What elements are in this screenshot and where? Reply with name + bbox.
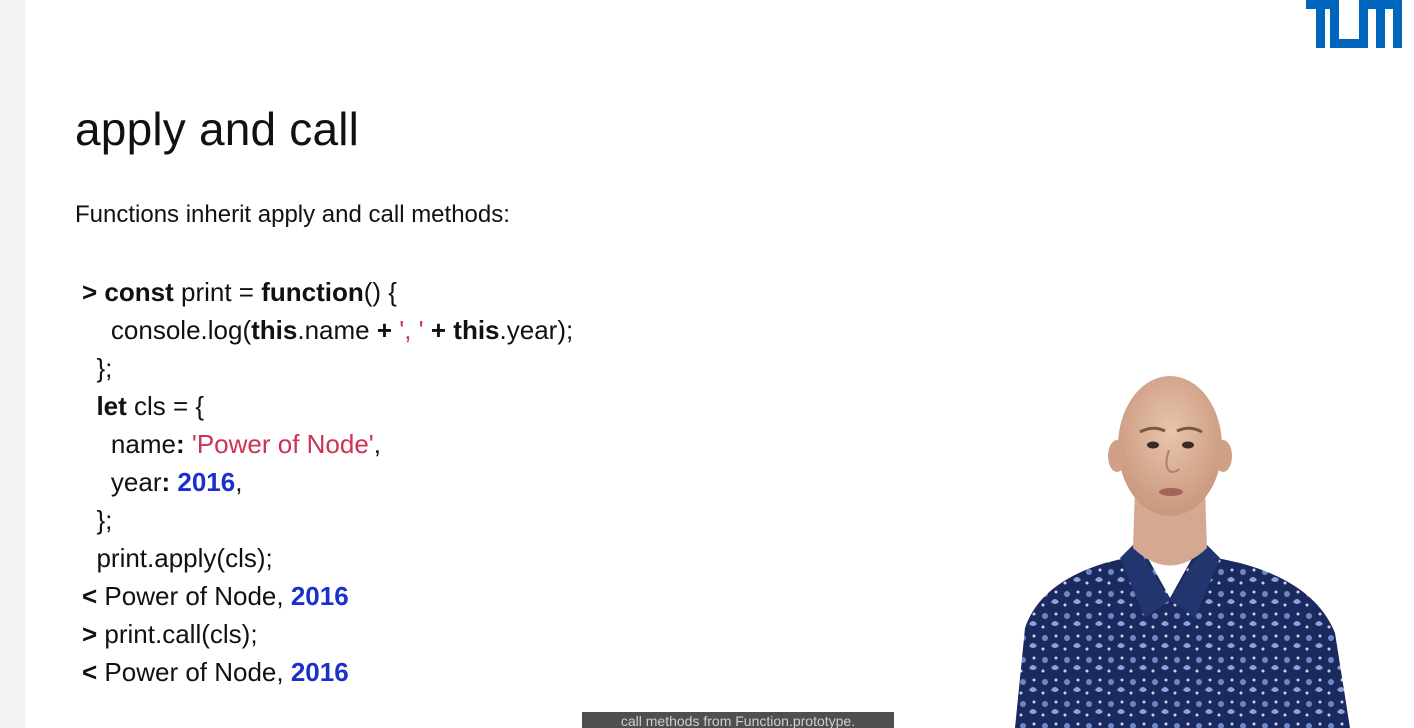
code-line: console.log(this.name + ', ' + this.year… xyxy=(82,314,573,352)
video-frame: apply and call Functions inherit apply a… xyxy=(0,0,1414,728)
code-text: .year); xyxy=(499,315,574,345)
presenter-video xyxy=(1015,376,1350,728)
code-line: < Power of Node, 2016 xyxy=(82,656,349,694)
code-number: 2016 xyxy=(290,581,349,611)
code-line: }; xyxy=(82,504,112,542)
slide-subtitle: Functions inherit apply and call methods… xyxy=(75,201,510,228)
code-text: console.log( xyxy=(110,315,252,345)
code-text: print.apply(cls); xyxy=(82,543,273,573)
code-number: 2016 xyxy=(290,657,349,687)
slide-title: apply and call xyxy=(75,103,360,155)
tum-logo xyxy=(1306,0,1402,48)
code-keyword: this xyxy=(453,315,500,345)
code-text: print.call(cls); xyxy=(97,619,258,649)
code-text: Power of Node, xyxy=(97,581,291,611)
code-text: print = xyxy=(173,277,262,307)
console-output-marker: < xyxy=(82,581,98,611)
subtitle-caption: call methods from Function.prototype. xyxy=(582,712,894,728)
code-line: < Power of Node, 2016 xyxy=(82,580,349,618)
code-line: > print.call(cls); xyxy=(82,618,258,656)
code-line: let cls = { xyxy=(82,390,204,428)
code-text: , xyxy=(373,429,382,459)
code-string: 'Power of Node' xyxy=(191,429,374,459)
left-margin-strip xyxy=(0,0,25,728)
code-text: name xyxy=(110,429,176,459)
code-text: }; xyxy=(82,505,113,535)
code-keyword: let xyxy=(96,391,127,421)
code-line: print.apply(cls); xyxy=(82,542,273,580)
code-text: , xyxy=(235,467,243,497)
code-operator: + xyxy=(430,315,447,345)
code-string: ', ' xyxy=(399,315,424,345)
code-line: > const print = function() { xyxy=(82,276,397,314)
code-number: 2016 xyxy=(177,467,236,497)
code-operator: + xyxy=(376,315,393,345)
code-colon: : xyxy=(161,467,171,497)
console-output-marker: < xyxy=(82,657,98,687)
code-keyword: function xyxy=(261,277,364,307)
code-line: }; xyxy=(82,352,112,390)
code-text: Power of Node, xyxy=(97,657,291,687)
code-keyword: const xyxy=(104,277,174,307)
code-keyword: this xyxy=(251,315,298,345)
code-text: () { xyxy=(363,277,397,307)
code-text: }; xyxy=(82,353,113,383)
code-text: year xyxy=(110,467,162,497)
code-text: cls = { xyxy=(126,391,205,421)
code-text: .name xyxy=(297,315,377,345)
console-prompt: > xyxy=(82,277,105,307)
console-prompt: > xyxy=(82,619,98,649)
code-colon: : xyxy=(175,429,185,459)
code-line: year: 2016, xyxy=(82,466,243,504)
code-line: name: 'Power of Node', xyxy=(82,428,381,466)
